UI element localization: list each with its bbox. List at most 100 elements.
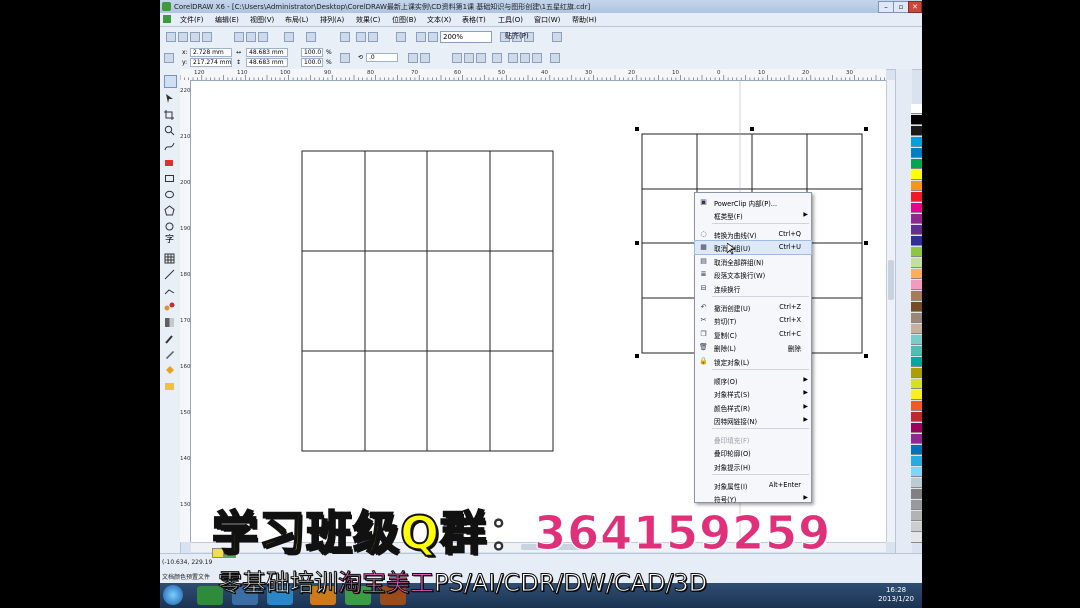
- menu-effects[interactable]: 效果(C): [356, 15, 380, 25]
- palette-swatch[interactable]: [911, 104, 922, 114]
- menu-view[interactable]: 视图(V): [250, 15, 274, 25]
- palette-swatch[interactable]: [911, 214, 922, 224]
- vertical-ruler[interactable]: 220 210 200 190 180 170 160 150 140 130: [180, 80, 191, 542]
- palette-swatch[interactable]: [911, 126, 922, 136]
- context-menu-item[interactable]: 叠印填充(F): [695, 433, 811, 446]
- scale-x-field[interactable]: 100.0: [301, 48, 323, 57]
- palette-swatch[interactable]: [911, 302, 922, 312]
- search-content-icon[interactable]: [340, 32, 350, 42]
- palette-swatch[interactable]: [911, 533, 922, 543]
- palette-swatch[interactable]: [911, 500, 922, 510]
- app-launcher-icon[interactable]: [416, 32, 426, 42]
- palette-swatch[interactable]: [911, 291, 922, 301]
- palette-swatch[interactable]: [911, 379, 922, 389]
- menu-tools[interactable]: 工具(O): [498, 15, 523, 25]
- fill-tool-icon[interactable]: [164, 365, 175, 376]
- palette-swatch[interactable]: [911, 236, 922, 246]
- left-grid[interactable]: [301, 150, 554, 452]
- close-button[interactable]: ✕: [908, 1, 922, 13]
- new-icon[interactable]: [166, 32, 176, 42]
- palette-swatch[interactable]: [911, 203, 922, 213]
- minimize-button[interactable]: –: [878, 1, 894, 13]
- context-menu-item[interactable]: ◌ 转换为曲线(V) Ctrl+Q: [695, 228, 811, 241]
- system-clock[interactable]: 16:28 2013/1/20: [878, 586, 914, 604]
- palette-swatch[interactable]: [911, 159, 922, 169]
- palette-swatch[interactable]: [911, 313, 922, 323]
- horizontal-ruler[interactable]: 120 110 100 90 80 70 60 50 40 30 20 10 0…: [180, 69, 886, 81]
- print-icon[interactable]: [202, 32, 212, 42]
- palette-swatch[interactable]: [911, 368, 922, 378]
- height-field[interactable]: 48.683 mm: [246, 58, 288, 67]
- pick-tool-icon[interactable]: [164, 75, 177, 88]
- menu-help[interactable]: 帮助(H): [572, 15, 597, 25]
- docker-tabs[interactable]: [895, 69, 912, 553]
- context-menu-item[interactable]: ⊟ 连续换行: [695, 282, 811, 295]
- welcome-icon[interactable]: [428, 32, 438, 42]
- scale-y-field[interactable]: 100.0: [301, 58, 323, 67]
- context-menu-item[interactable]: ▣ PowerClip 内部(P)...: [695, 196, 811, 209]
- menu-layout[interactable]: 布局(L): [285, 15, 308, 25]
- intersect-icon[interactable]: [532, 53, 542, 63]
- preset-icon[interactable]: [164, 53, 174, 63]
- paste-icon[interactable]: [258, 32, 268, 42]
- selection-handle[interactable]: [635, 354, 639, 358]
- selection-handle[interactable]: [635, 241, 639, 245]
- palette-swatch[interactable]: [911, 390, 922, 400]
- table-tool-icon[interactable]: [164, 253, 175, 264]
- palette-swatch[interactable]: [911, 412, 922, 422]
- outline-pen-tool-icon[interactable]: [164, 349, 175, 360]
- palette-swatch[interactable]: [911, 280, 922, 290]
- selection-handle[interactable]: [750, 127, 754, 131]
- rotation-angle-field[interactable]: .0: [366, 53, 398, 62]
- palette-swatch[interactable]: [911, 335, 922, 345]
- palette-swatch[interactable]: [911, 346, 922, 356]
- vertical-scroll-thumb[interactable]: [888, 260, 894, 300]
- redo-icon[interactable]: [306, 32, 316, 42]
- color-palette[interactable]: [911, 104, 922, 554]
- context-menu-item[interactable]: 叠印轮廓(O): [695, 446, 811, 459]
- selection-handle[interactable]: [864, 354, 868, 358]
- palette-swatch[interactable]: [911, 148, 922, 158]
- maximize-button[interactable]: ▫: [893, 1, 909, 13]
- ungroup-icon[interactable]: [464, 53, 474, 63]
- ellipse-tool-icon[interactable]: [164, 189, 175, 200]
- cut-icon[interactable]: [234, 32, 244, 42]
- context-menu-item[interactable]: ↶ 撤消创建(U) Ctrl+Z: [695, 301, 811, 314]
- menu-table[interactable]: 表格(T): [462, 15, 486, 25]
- palette-swatch[interactable]: [911, 467, 922, 477]
- context-menu-item[interactable]: ✂ 剪切(T) Ctrl+X: [695, 314, 811, 327]
- combine-icon[interactable]: [492, 53, 502, 63]
- open-icon[interactable]: [178, 32, 188, 42]
- basic-shapes-tool-icon[interactable]: [164, 221, 175, 232]
- context-menu-item[interactable]: 🔒 锁定对象(L): [695, 355, 811, 368]
- width-field[interactable]: 48.683 mm: [246, 48, 288, 57]
- palette-swatch[interactable]: [911, 357, 922, 367]
- context-menu-item[interactable]: 对象提示(H): [695, 460, 811, 473]
- palette-swatch[interactable]: [911, 269, 922, 279]
- context-menu-item[interactable]: 框类型(F) ▶: [695, 209, 811, 222]
- selection-handle[interactable]: [864, 241, 868, 245]
- dimension-tool-icon[interactable]: [164, 269, 175, 280]
- connector-tool-icon[interactable]: [164, 285, 175, 296]
- transparency-tool-icon[interactable]: [164, 317, 175, 328]
- menu-arrange[interactable]: 排列(A): [320, 15, 344, 25]
- selection-handle[interactable]: [635, 127, 639, 131]
- options-icon[interactable]: [552, 32, 562, 42]
- export-icon[interactable]: [368, 32, 378, 42]
- zoom-tool-icon[interactable]: [164, 125, 175, 136]
- copy-icon[interactable]: [246, 32, 256, 42]
- palette-swatch[interactable]: [911, 445, 922, 455]
- x-position-field[interactable]: 2.728 mm: [190, 48, 232, 57]
- menu-window[interactable]: 窗口(W): [534, 15, 560, 25]
- palette-swatch[interactable]: [911, 489, 922, 499]
- palette-swatch[interactable]: [911, 423, 922, 433]
- context-menu-item[interactable]: ≣ 段落文本换行(W): [695, 268, 811, 281]
- polygon-tool-icon[interactable]: [164, 205, 175, 216]
- save-icon[interactable]: [190, 32, 200, 42]
- group-icon[interactable]: [452, 53, 462, 63]
- palette-swatch[interactable]: [911, 247, 922, 257]
- ungroup-all-icon[interactable]: [476, 53, 486, 63]
- palette-swatch[interactable]: [911, 192, 922, 202]
- palette-swatch[interactable]: [911, 324, 922, 334]
- mirror-vertical-icon[interactable]: [420, 53, 430, 63]
